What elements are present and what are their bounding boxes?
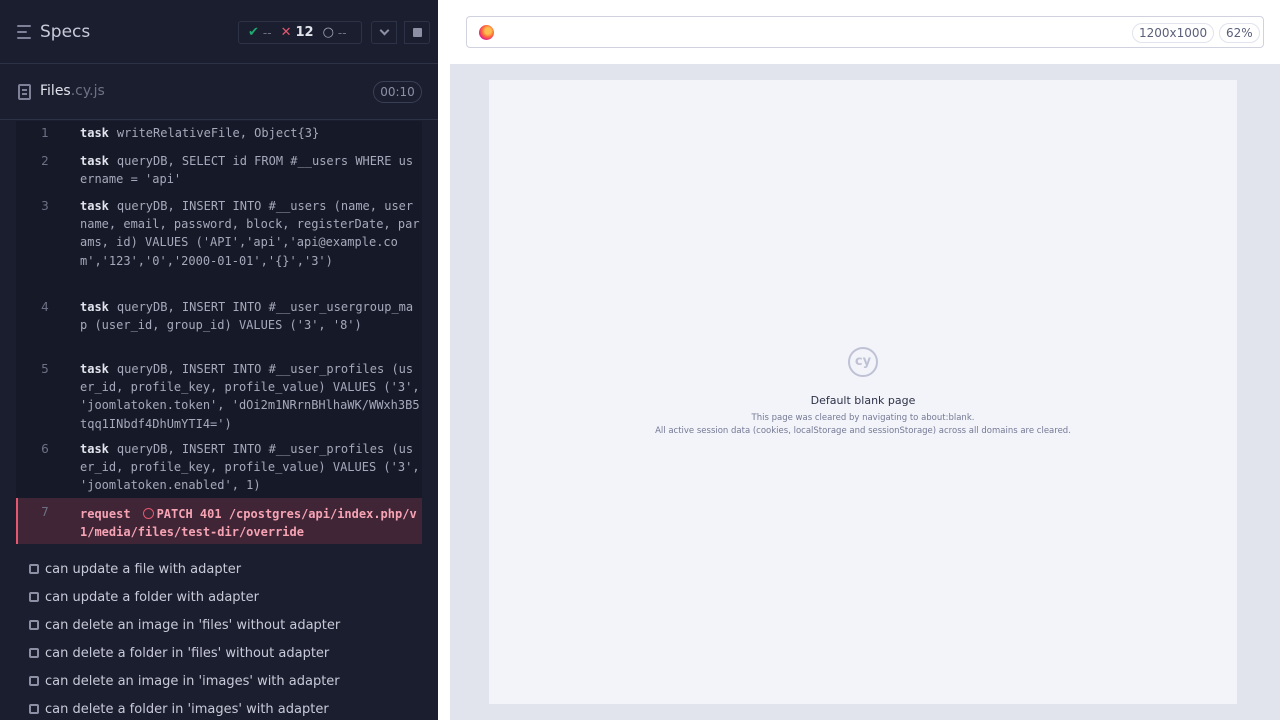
failed-command-row[interactable]: 7 request PATCH 401 /cpostgres/api/index.…	[16, 498, 422, 544]
firefox-icon[interactable]	[479, 25, 494, 40]
pending-icon: ○	[322, 25, 334, 40]
test-stats: ✔ -- ✕ 12 ○ --	[238, 21, 362, 44]
command-row[interactable]: 3 task queryDB, INSERT INTO #__users (nam…	[16, 197, 422, 293]
command-row[interactable]: 2 task queryDB, SELECT id FROM #__users W…	[16, 152, 422, 192]
test-item[interactable]: can update a folder with adapter	[29, 586, 259, 608]
specs-list-icon[interactable]	[17, 25, 33, 39]
passed-stat: ✔ --	[248, 25, 272, 40]
test-item[interactable]: can delete an image in 'images' with ada…	[29, 670, 340, 692]
spec-file-header: Files.cy.js 00:10	[0, 65, 438, 120]
aut-header: 1200x1000 62%	[450, 0, 1280, 64]
pending-test-icon	[29, 648, 39, 658]
spec-file-name[interactable]: Files.cy.js	[40, 83, 105, 99]
test-item[interactable]: can delete an image in 'files' without a…	[29, 614, 340, 636]
cypress-logo-icon: cy	[848, 347, 878, 377]
expand-collapse-button[interactable]	[371, 21, 397, 44]
pending-test-icon	[29, 676, 39, 686]
reporter-header: Specs ✔ -- ✕ 12 ○ --	[0, 0, 438, 64]
pending-test-icon	[29, 704, 39, 714]
command-log: 1 task writeRelativeFile, Object{3} 2 tas…	[16, 121, 422, 544]
pending-request-icon	[142, 508, 154, 519]
specs-button[interactable]: Specs	[40, 22, 90, 42]
test-item[interactable]: can delete a folder in 'images' with ada…	[29, 698, 329, 720]
blank-page-note: All active session data (cookies, localS…	[655, 426, 1071, 436]
pending-test-icon	[29, 620, 39, 630]
cross-icon: ✕	[280, 25, 292, 40]
command-row[interactable]: 1 task writeRelativeFile, Object{3}	[16, 124, 422, 146]
panel-resize-handle[interactable]	[438, 0, 450, 720]
test-item[interactable]: can delete a folder in 'files' without a…	[29, 642, 329, 664]
duration-badge: 00:10	[373, 81, 422, 103]
command-row[interactable]: 6 task queryDB, INSERT INTO #__user_profi…	[16, 440, 422, 498]
stop-button[interactable]	[404, 21, 430, 44]
test-item[interactable]: can update a file with adapter	[29, 558, 241, 580]
viewport-size-badge[interactable]: 1200x1000	[1132, 23, 1215, 43]
command-row[interactable]: 4 task queryDB, INSERT INTO #__user_userg…	[16, 298, 422, 356]
pending-test-icon	[29, 592, 39, 602]
document-icon	[18, 84, 31, 100]
zoom-level-badge[interactable]: 62%	[1219, 23, 1260, 43]
app-under-test-panel: 1200x1000 62% cy Default blank page This…	[450, 0, 1280, 720]
stop-icon	[412, 28, 422, 37]
command-row[interactable]: 5 task queryDB, INSERT INTO #__user_profi…	[16, 360, 422, 436]
failed-stat: ✕ 12	[280, 25, 314, 40]
pending-test-icon	[29, 564, 39, 574]
blank-page-title: Default blank page	[810, 394, 916, 407]
pending-stat: ○ --	[322, 25, 347, 40]
chevron-down-icon	[379, 25, 389, 36]
blank-page-note: This page was cleared by navigating to a…	[751, 413, 975, 423]
reporter-panel: Specs ✔ -- ✕ 12 ○ -- Files.cy.js 00:10 1…	[0, 0, 438, 720]
aut-iframe: cy Default blank page This page was clea…	[489, 80, 1237, 704]
url-bar: 1200x1000 62%	[466, 16, 1264, 48]
check-icon: ✔	[248, 25, 259, 40]
